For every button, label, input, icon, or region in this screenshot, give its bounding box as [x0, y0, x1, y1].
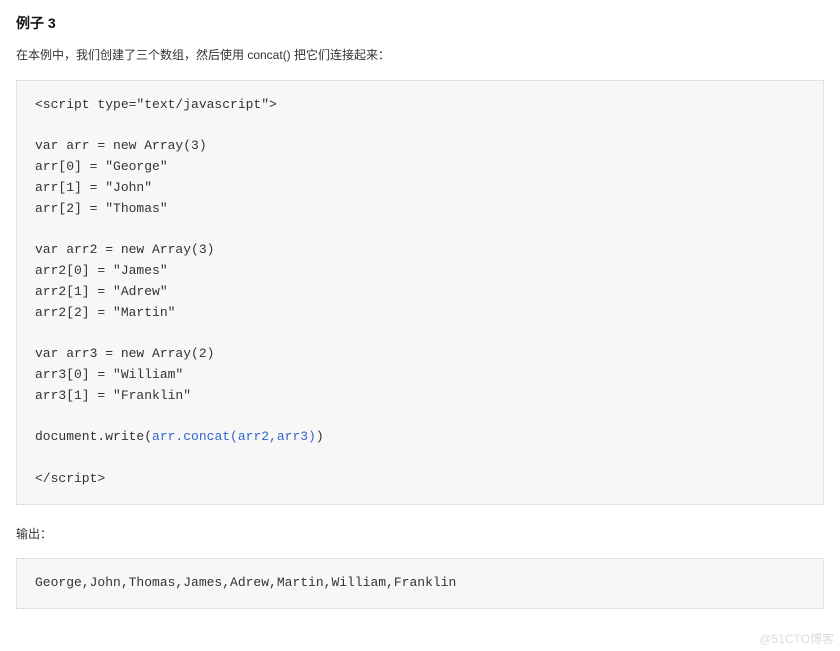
output-block: George,John,Thomas,James,Adrew,Martin,Wi… [16, 558, 824, 609]
code-line: arr2[0] = "James" [35, 263, 168, 278]
watermark: @51CTO博客 [759, 630, 834, 649]
code-line: <script type="text/javascript"> [35, 97, 277, 112]
code-line: arr[1] = "John" [35, 180, 152, 195]
code-line: arr[0] = "George" [35, 159, 168, 174]
example-heading: 例子 3 [16, 12, 824, 34]
code-line: ) [316, 429, 324, 444]
output-text: George,John,Thomas,James,Adrew,Martin,Wi… [35, 575, 456, 590]
code-block: <script type="text/javascript"> var arr … [16, 80, 824, 505]
page-container: 例子 3 在本例中，我们创建了三个数组，然后使用 concat() 把它们连接起… [0, 0, 840, 651]
code-line: document.write( [35, 429, 152, 444]
code-line: arr[2] = "Thomas" [35, 201, 168, 216]
code-line: var arr = new Array(3) [35, 138, 207, 153]
code-line: var arr2 = new Array(3) [35, 242, 214, 257]
code-line: arr3[1] = "Franklin" [35, 388, 191, 403]
code-line: var arr3 = new Array(2) [35, 346, 214, 361]
output-label: 输出： [16, 525, 824, 544]
code-line: </script> [35, 471, 105, 486]
code-line: arr2[2] = "Martin" [35, 305, 175, 320]
code-highlight: arr.concat(arr2,arr3) [152, 429, 316, 444]
intro-paragraph: 在本例中，我们创建了三个数组，然后使用 concat() 把它们连接起来： [16, 46, 824, 65]
code-line: arr3[0] = "William" [35, 367, 183, 382]
code-line: arr2[1] = "Adrew" [35, 284, 168, 299]
